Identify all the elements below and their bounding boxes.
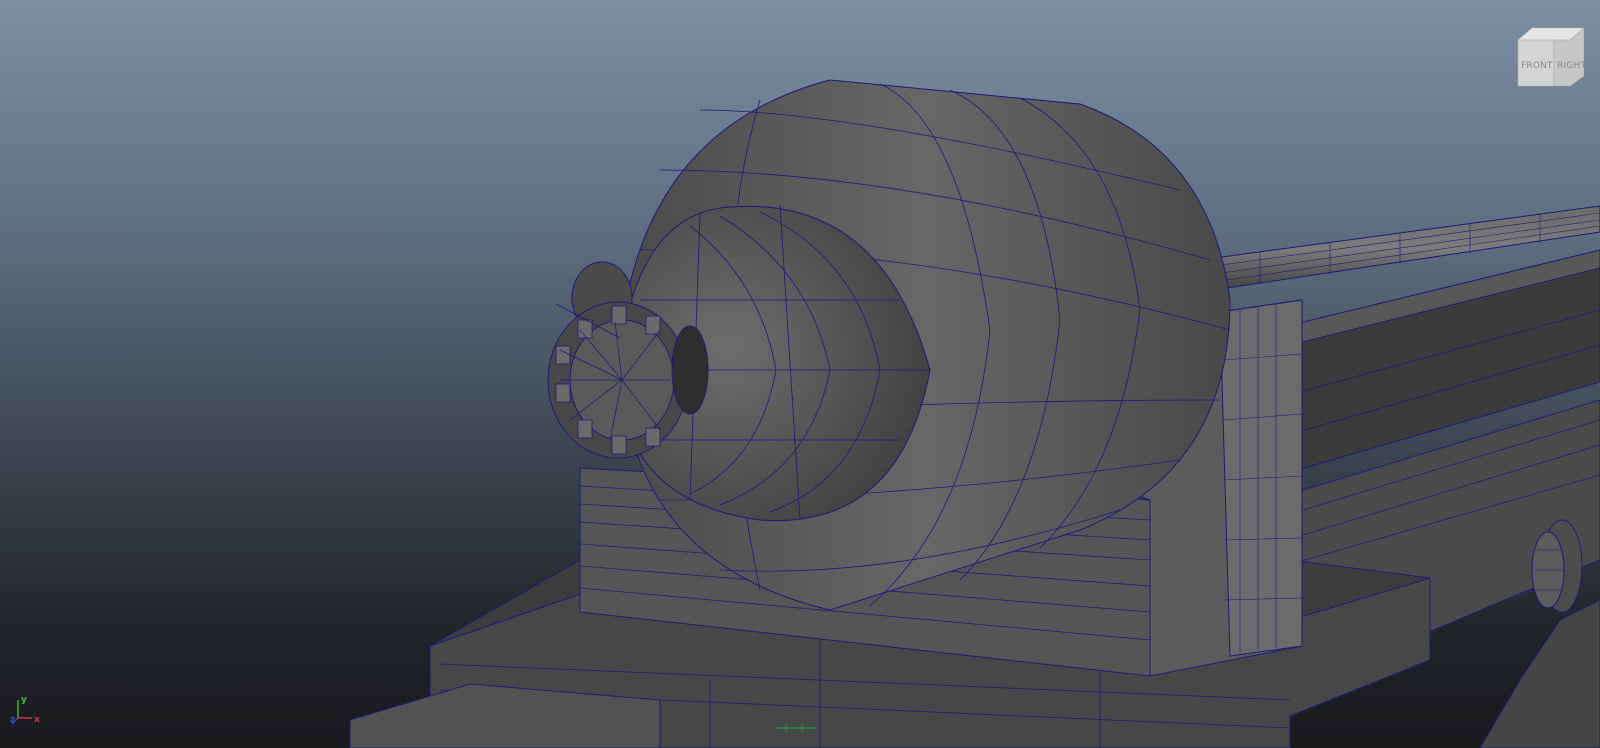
x-axis-label: x (34, 715, 40, 725)
maya-3d-viewport[interactable]: FRONT RIGHT y x z (0, 0, 1600, 748)
view-cube-front-label: FRONT (1521, 61, 1553, 71)
axis-orientation-indicator: y x z (10, 695, 40, 725)
view-cube[interactable]: FRONT RIGHT (1514, 26, 1584, 90)
z-axis-label: z (10, 715, 15, 725)
lathe-headstock-model[interactable] (0, 0, 1600, 748)
carriage-slide[interactable] (1479, 599, 1600, 748)
view-cube-right-label: RIGHT (1557, 61, 1584, 71)
y-axis-label: y (21, 695, 27, 705)
manipulator-handle[interactable] (776, 724, 816, 732)
